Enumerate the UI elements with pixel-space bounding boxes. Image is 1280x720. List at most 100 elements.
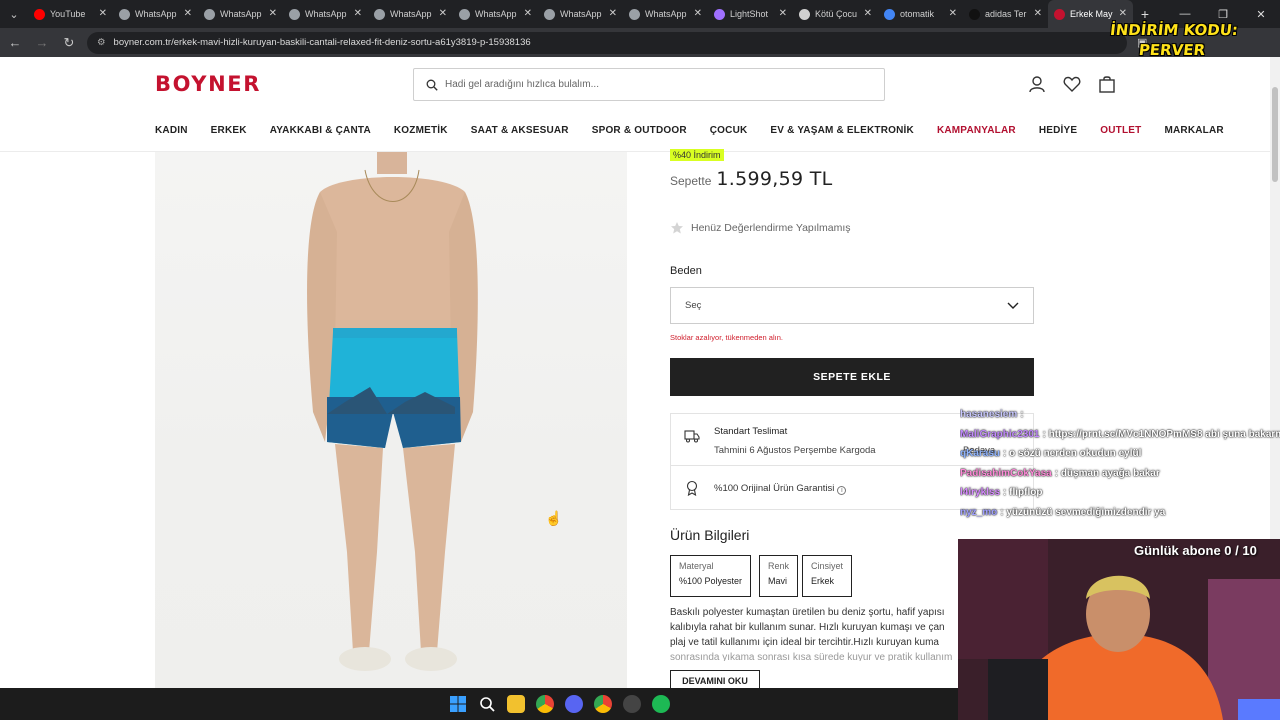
tab-favicon-icon <box>884 8 895 20</box>
tab-title: WhatsApp <box>305 9 347 19</box>
chat-username[interactable]: l4iryklss <box>960 487 1000 498</box>
scrollbar-thumb[interactable] <box>1272 87 1278 182</box>
size-select[interactable]: Seç <box>670 287 1034 324</box>
close-tab-icon[interactable]: ✕ <box>354 8 362 19</box>
browser-tab[interactable]: WhatsApp ✕ <box>198 0 283 28</box>
stock-warning: Stoklar azalıyor, tükenmeden alın. <box>670 333 783 342</box>
daily-subscriber-goal: Günlük abone 0 / 10 <box>1134 543 1257 558</box>
chat-username[interactable]: nyz_mo <box>960 507 997 518</box>
chat-text: yüzünüzü sevmediğimizdendir ya <box>1006 506 1166 518</box>
back-icon[interactable]: ← <box>3 35 27 50</box>
nav-item[interactable]: KOZMETİK <box>394 125 448 136</box>
discord-icon[interactable] <box>564 695 583 713</box>
close-tab-icon[interactable]: ✕ <box>949 8 957 19</box>
browser-tab[interactable]: Kötü Çocu ✕ <box>793 0 878 28</box>
tab-favicon-icon <box>459 8 470 20</box>
chat-separator: : <box>1020 409 1024 420</box>
file-explorer-icon[interactable] <box>506 695 525 713</box>
stream-chat-overlay: hasanesiem: MaliGraphic2301: https://prn… <box>960 405 1280 522</box>
main-navigation: KADIN ERKEK AYAKKABI & ÇANTA KOZMETİK SAAT &… <box>155 125 1224 136</box>
obs-icon[interactable] <box>622 695 641 713</box>
minimize-icon[interactable]: — <box>1166 8 1204 20</box>
nav-item[interactable]: AYAKKABI & ÇANTA <box>270 125 371 136</box>
browser-tab[interactable]: WhatsApp ✕ <box>113 0 198 28</box>
browser-tab[interactable]: WhatsApp ✕ <box>623 0 708 28</box>
close-tab-icon[interactable]: ✕ <box>99 8 107 19</box>
guarantee-text: %100 Orijinal Ürün Garantisi i <box>714 483 847 495</box>
site-info-icon[interactable]: ⚙ <box>97 37 106 48</box>
close-tab-icon[interactable]: ✕ <box>609 8 617 19</box>
browser-tab[interactable]: WhatsApp ✕ <box>283 0 368 28</box>
tab-title: WhatsApp <box>220 9 262 19</box>
truck-icon <box>684 430 700 443</box>
chat-username[interactable]: PadisahimCokYasa <box>960 468 1052 479</box>
favorites-heart-icon[interactable] <box>1062 74 1082 94</box>
add-to-cart-button[interactable]: SEPETE EKLE <box>670 358 1034 396</box>
size-label: Beden <box>670 265 702 277</box>
attribute-gender: Cinsiyet Erkek <box>802 555 853 597</box>
close-tab-icon[interactable]: ✕ <box>439 8 447 19</box>
search-icon[interactable] <box>478 695 496 713</box>
description-line: Baskılı polyester kumaştan üretilen bu d… <box>670 607 945 618</box>
close-tab-icon[interactable]: ✕ <box>864 8 872 19</box>
nav-item[interactable]: KADIN <box>155 125 188 136</box>
close-tab-icon[interactable]: ✕ <box>184 8 192 19</box>
chat-message: hasanesiem: <box>960 405 1280 425</box>
nav-item[interactable]: KAMPANYALAR <box>937 125 1016 136</box>
chat-username[interactable]: MaliGraphic2301 <box>960 429 1039 440</box>
search-box[interactable] <box>413 68 885 101</box>
nav-item[interactable]: ÇOCUK <box>710 125 748 136</box>
star-icon <box>671 222 683 234</box>
tab-favicon-icon <box>969 8 980 20</box>
windows-start-icon[interactable] <box>449 695 467 713</box>
nav-item[interactable]: ERKEK <box>211 125 247 136</box>
nav-item[interactable]: EV & YAŞAM & ELEKTRONİK <box>770 125 914 136</box>
account-icon[interactable] <box>1027 74 1047 94</box>
tab-title: otomatik <box>900 9 935 19</box>
browser-tab[interactable]: WhatsApp ✕ <box>453 0 538 28</box>
close-tab-icon[interactable]: ✕ <box>779 8 787 19</box>
nav-item[interactable]: SAAT & AKSESUAR <box>471 125 569 136</box>
forward-icon[interactable]: → <box>30 35 54 50</box>
tab-title: Erkek May <box>1070 9 1113 19</box>
spotify-icon[interactable] <box>651 695 670 713</box>
close-tab-icon[interactable]: ✕ <box>1034 8 1042 19</box>
chat-text: o sözü nerden okudun eylül <box>1009 448 1142 459</box>
chat-message: l4iryklss: flipflop <box>960 483 1280 503</box>
browser-tab[interactable]: adidas Ter ✕ <box>963 0 1048 28</box>
browser-tab[interactable]: otomatik ✕ <box>878 0 963 28</box>
close-tab-icon[interactable]: ✕ <box>524 8 532 19</box>
browser-tab[interactable]: YouTube ✕ <box>28 0 113 28</box>
close-tab-icon[interactable]: ✕ <box>1119 8 1127 19</box>
close-tab-icon[interactable]: ✕ <box>269 8 277 19</box>
search-input[interactable] <box>445 79 845 90</box>
close-tab-icon[interactable]: ✕ <box>694 8 702 19</box>
cart-bag-icon[interactable] <box>1097 74 1117 94</box>
tab-search-chevron-icon[interactable]: ⌄ <box>0 0 28 28</box>
shipping-estimate: Tahmini 6 Ağustos Perşembe Kargoda <box>714 445 876 456</box>
chat-username[interactable]: hasanesiem <box>960 409 1017 420</box>
chrome-icon[interactable] <box>593 695 612 713</box>
browser-tab[interactable]: WhatsApp ✕ <box>538 0 623 28</box>
close-window-icon[interactable]: ✕ <box>1242 8 1280 21</box>
nav-item[interactable]: SPOR & OUTDOOR <box>592 125 687 136</box>
reload-icon[interactable]: ↻ <box>57 35 81 51</box>
tab-favicon-icon <box>714 8 725 20</box>
browser-tab[interactable]: LightShot ✕ <box>708 0 793 28</box>
description-line: kalıbıyla rahat bir kullanım sunar. Hızl… <box>670 622 945 633</box>
chrome-icon[interactable] <box>535 695 554 713</box>
product-image[interactable] <box>155 152 627 688</box>
info-icon[interactable]: i <box>837 486 847 495</box>
price-row: Sepette 1.599,59 TL <box>670 168 833 190</box>
address-bar[interactable]: ⚙ boyner.com.tr/erkek-mavi-hizli-kuruyan… <box>87 31 1127 54</box>
tab-favicon-icon <box>204 8 215 20</box>
chat-username[interactable]: qKarasu <box>960 448 1000 459</box>
promo-code-overlay: İNDİRİM KODU: PERVER <box>1106 20 1240 60</box>
nav-item[interactable]: OUTLET <box>1100 125 1141 136</box>
maximize-icon[interactable]: ❐ <box>1204 8 1242 21</box>
boyner-logo[interactable]: BOYNER <box>155 72 261 96</box>
nav-item[interactable]: HEDİYE <box>1039 125 1077 136</box>
browser-tab[interactable]: WhatsApp ✕ <box>368 0 453 28</box>
mouse-cursor-icon: ☝ <box>545 510 563 526</box>
nav-item[interactable]: MARKALAR <box>1164 125 1223 136</box>
